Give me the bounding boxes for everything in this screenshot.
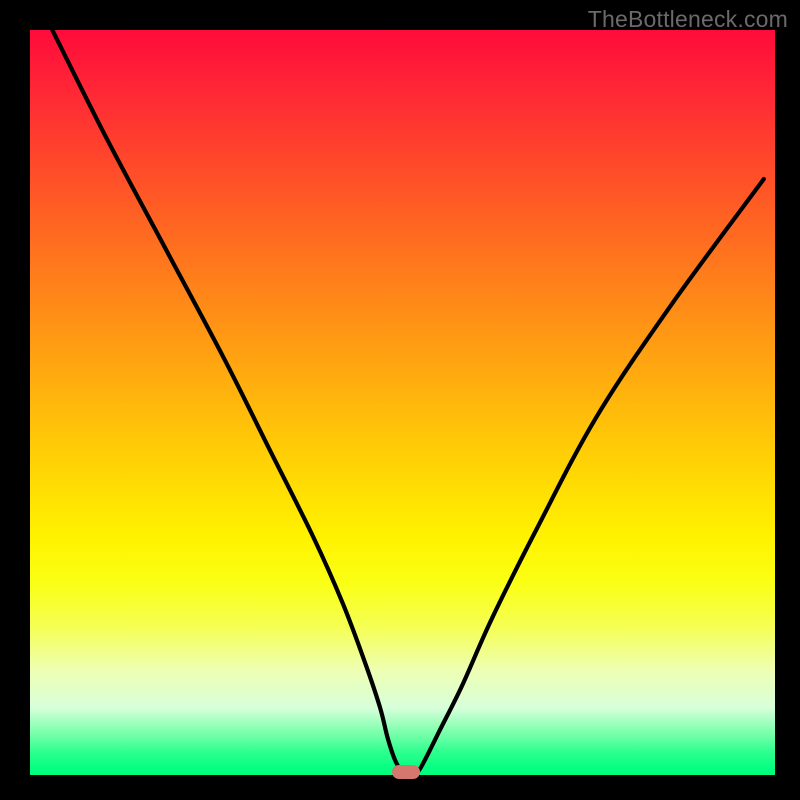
plot-background [30,30,775,775]
watermark-text: TheBottleneck.com [588,6,788,33]
chart-curve-svg [30,30,775,775]
bottleneck-curve [52,30,763,773]
optimum-marker [392,765,420,779]
